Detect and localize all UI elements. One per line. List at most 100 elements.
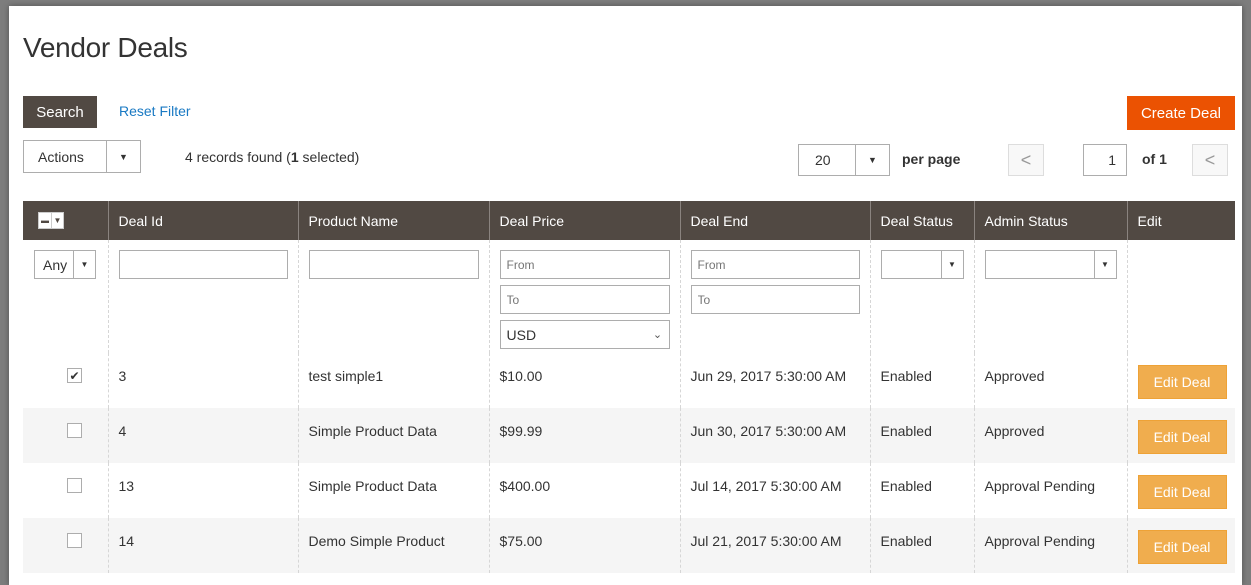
chevron-down-icon: ⌄ [652, 329, 663, 341]
table-row: 14 Demo Simple Product $75.00 Jul 21, 20… [23, 518, 1235, 573]
currency-select[interactable]: USD ⌄ [499, 320, 670, 349]
cell-edit: Edit Deal [1126, 518, 1235, 573]
grid-header-row: ▬ ▼ Deal Id Product Name Deal Price Deal … [23, 201, 1235, 240]
cell-edit: Edit Deal [1126, 408, 1235, 463]
filter-cell-deal-status: ▼ [869, 240, 974, 353]
records-count-text: 4 records found ( [185, 149, 291, 165]
page-number-input[interactable] [1083, 144, 1127, 176]
chevron-left-icon: < [1020, 149, 1032, 170]
cell-edit: Edit Deal [1126, 353, 1235, 408]
cell-admin-status: Approved [973, 408, 1127, 463]
edit-deal-button[interactable]: Edit Deal [1137, 530, 1227, 564]
edit-deal-button[interactable]: Edit Deal [1137, 365, 1227, 399]
minus-icon: ▬ [41, 216, 49, 226]
cell-product-name: Simple Product Data [297, 463, 489, 518]
records-selected-count: 1 [290, 149, 299, 165]
col-deal-price[interactable]: Deal Price [488, 201, 680, 240]
table-row: ✔ 3 test simple1 $10.00 Jun 29, 2017 5:3… [23, 353, 1235, 408]
row-checkbox[interactable] [67, 423, 82, 438]
actions-dropdown-label: Actions [38, 148, 84, 165]
cell-deal-end: Jun 29, 2017 5:30:00 AM [679, 353, 870, 408]
cell-product-name: Demo Simple Product [297, 518, 489, 573]
cell-deal-status: Enabled [869, 353, 974, 408]
any-filter-select[interactable]: Any ▼ [34, 250, 96, 279]
cell-deal-price: $99.99 [488, 408, 680, 463]
row-checkbox[interactable] [67, 478, 82, 493]
mass-select-header[interactable]: ▬ ▼ [23, 201, 108, 240]
chevron-down-icon: ▼ [1093, 251, 1116, 278]
col-deal-end[interactable]: Deal End [679, 201, 870, 240]
page-total: of 1 [1142, 151, 1167, 167]
row-checkbox[interactable]: ✔ [67, 368, 82, 383]
filter-cell-edit [1126, 240, 1235, 353]
filter-cell-deal-id [107, 240, 298, 353]
col-deal-status[interactable]: Deal Status [869, 201, 974, 240]
cell-product-name: test simple1 [297, 353, 489, 408]
cell-deal-status: Enabled [869, 463, 974, 518]
cell-admin-status: Approved [973, 353, 1127, 408]
cell-edit: Edit Deal [1126, 463, 1235, 518]
chevron-right-icon: < [1204, 149, 1216, 170]
edit-deal-button[interactable]: Edit Deal [1137, 420, 1227, 454]
cell-deal-end: Jun 30, 2017 5:30:00 AM [679, 408, 870, 463]
cell-deal-id: 13 [107, 463, 298, 518]
col-edit: Edit [1126, 201, 1235, 240]
per-page-value: 20 [815, 152, 831, 168]
date-to-input[interactable] [690, 285, 860, 314]
check-icon: ✔ [69, 368, 80, 383]
per-page-select[interactable]: 20 ▼ [798, 144, 890, 176]
any-filter-value: Any [43, 256, 68, 273]
search-button[interactable]: Search [23, 96, 97, 128]
mass-select-control[interactable]: ▬ ▼ [38, 212, 64, 230]
filter-cell-product [297, 240, 489, 353]
deal-status-filter-select[interactable]: ▼ [880, 250, 964, 279]
create-deal-button[interactable]: Create Deal [1127, 96, 1235, 130]
cell-deal-id: 4 [107, 408, 298, 463]
cell-deal-id: 3 [107, 353, 298, 408]
col-deal-id[interactable]: Deal Id [107, 201, 298, 240]
chevron-down-icon: ▼ [106, 141, 140, 172]
cell-deal-price: $400.00 [488, 463, 680, 518]
table-row: 4 Simple Product Data $99.99 Jun 30, 201… [23, 408, 1235, 463]
col-product-name[interactable]: Product Name [297, 201, 489, 240]
cell-deal-price: $10.00 [488, 353, 680, 408]
records-selected-suffix: selected) [298, 149, 360, 165]
edit-deal-button[interactable]: Edit Deal [1137, 475, 1227, 509]
chevron-down-icon: ▼ [855, 145, 889, 175]
cell-deal-status: Enabled [869, 518, 974, 573]
cell-deal-id: 14 [107, 518, 298, 573]
admin-status-filter-select[interactable]: ▼ [984, 250, 1117, 279]
cell-admin-status: Approval Pending [973, 463, 1127, 518]
cell-admin-status: Approval Pending [973, 518, 1127, 573]
filter-cell-admin-status: ▼ [973, 240, 1127, 353]
table-row: 13 Simple Product Data $400.00 Jul 14, 2… [23, 463, 1235, 518]
actions-dropdown[interactable]: Actions ▼ [23, 140, 141, 173]
records-count: 4 records found (1 selected) [185, 149, 359, 165]
chevron-down-icon: ▼ [73, 251, 95, 278]
reset-filter-link[interactable]: Reset Filter [119, 103, 191, 119]
deal-id-filter-input[interactable] [118, 250, 288, 279]
filter-cell-price: USD ⌄ [488, 240, 680, 353]
date-from-input[interactable] [690, 250, 860, 279]
previous-page-button[interactable]: < [1008, 144, 1044, 176]
currency-value: USD [506, 326, 537, 343]
filter-cell-deal-end [679, 240, 870, 353]
price-from-input[interactable] [499, 250, 670, 279]
deals-grid: ▬ ▼ Deal Id Product Name Deal Price Deal … [23, 201, 1235, 573]
price-to-input[interactable] [499, 285, 670, 314]
filter-row: Any ▼ USD ⌄ [23, 240, 1235, 353]
per-page-label: per page [902, 151, 961, 167]
row-select-cell [23, 518, 108, 573]
cell-deal-status: Enabled [869, 408, 974, 463]
product-name-filter-input[interactable] [308, 250, 479, 279]
cell-product-name: Simple Product Data [297, 408, 489, 463]
next-page-button[interactable]: < [1192, 144, 1228, 176]
row-checkbox[interactable] [67, 533, 82, 548]
chevron-down-icon: ▼ [51, 213, 63, 229]
row-select-cell [23, 408, 108, 463]
vendor-deals-panel: Vendor Deals Search Reset Filter Create … [9, 6, 1242, 585]
row-select-cell [23, 463, 108, 518]
col-admin-status[interactable]: Admin Status [973, 201, 1127, 240]
row-select-cell: ✔ [23, 353, 108, 408]
filter-cell-select: Any ▼ [23, 240, 108, 353]
